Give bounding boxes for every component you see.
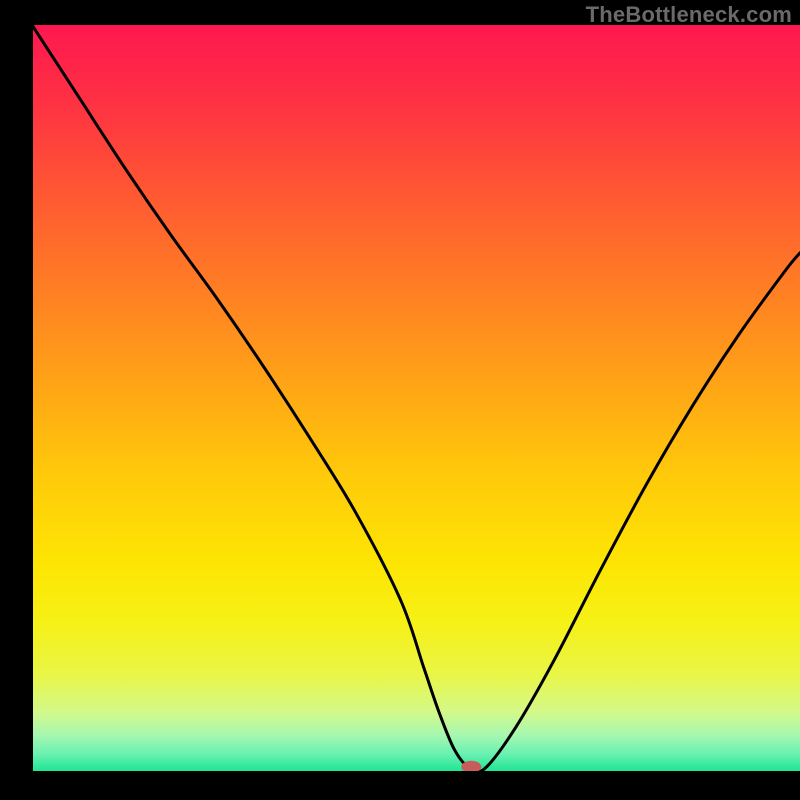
minimum-marker [461, 761, 481, 773]
plot-background [32, 25, 800, 772]
chart-svg [0, 0, 800, 800]
attribution-text: TheBottleneck.com [586, 2, 792, 28]
bottleneck-chart: TheBottleneck.com [0, 0, 800, 800]
